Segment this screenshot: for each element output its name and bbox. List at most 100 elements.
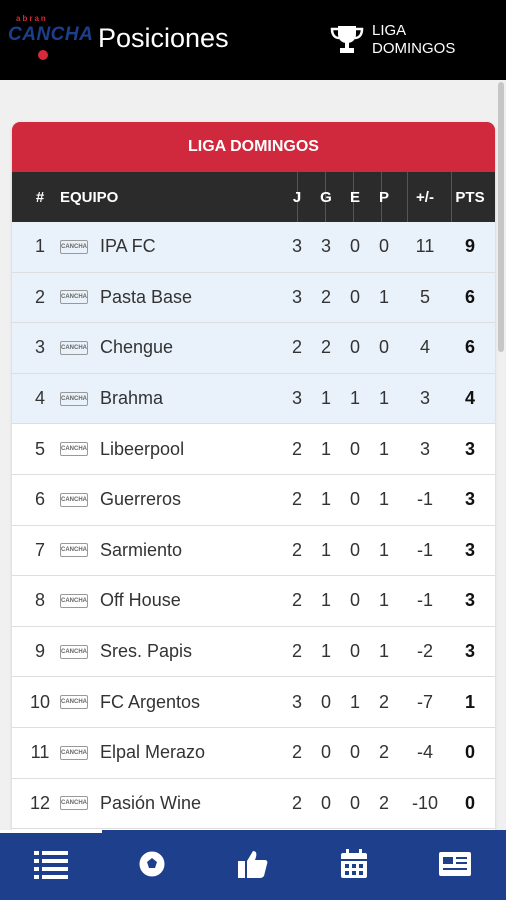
team-cell: CANCHA Elpal Merazo [60, 728, 290, 778]
goal-difference: -2 [416, 641, 433, 662]
points: 0 [464, 742, 475, 763]
goal-difference: 5 [419, 286, 430, 307]
lost: 2 [378, 792, 389, 813]
won: 3 [320, 236, 331, 257]
table-row[interactable]: 11 CANCHA Elpal Merazo 2 0 0 2 -4 0 [12, 728, 495, 779]
points: 3 [464, 641, 475, 662]
table-row[interactable]: 5 CANCHA Libeerpool 2 1 0 1 3 3 [12, 424, 495, 475]
nav-calendar[interactable] [334, 844, 374, 884]
team-badge-icon: CANCHA [60, 796, 88, 811]
lost: 1 [378, 641, 389, 662]
goal-difference: -7 [416, 691, 433, 712]
lost: 1 [378, 489, 389, 510]
played: 2 [291, 641, 302, 662]
goal-difference: -1 [416, 590, 433, 611]
team-badge-icon: CANCHA [60, 492, 88, 507]
team-cell: CANCHA Sres. Papis [60, 627, 290, 677]
goal-difference: -1 [416, 539, 433, 560]
logo-small-text: abran [16, 14, 48, 23]
column-header-g: G [320, 188, 332, 206]
played: 3 [291, 236, 302, 257]
played: 3 [291, 388, 302, 409]
points: 3 [464, 438, 475, 459]
drawn: 0 [349, 438, 360, 459]
league-selector[interactable]: LIGA DOMINGOS [372, 22, 492, 58]
team-name: Elpal Merazo [100, 742, 206, 763]
table-row[interactable]: 6 CANCHA Guerreros 2 1 0 1 -1 3 [12, 475, 495, 526]
drawn: 0 [349, 742, 360, 763]
scrollbar-thumb[interactable] [498, 82, 504, 352]
team-badge-icon: CANCHA [60, 695, 88, 710]
column-header-team: EQUIPO [60, 188, 119, 206]
standings-rows: 1 CANCHA IPA FC 3 3 0 0 11 9 2 CANCHA Pasta Base 3 2 0… [12, 222, 495, 830]
news-card-icon [439, 852, 471, 876]
team-name: Off House [100, 590, 181, 611]
nav-matches[interactable] [132, 844, 172, 884]
team-badge-icon: CANCHA [60, 239, 88, 254]
points: 3 [464, 489, 475, 510]
team-cell: CANCHA Guerreros [60, 475, 290, 525]
nav-favorites[interactable] [233, 844, 273, 884]
drawn: 0 [349, 641, 360, 662]
won: 1 [320, 489, 331, 510]
table-row[interactable]: 12 CANCHA Pasión Wine 2 0 0 2 -10 0 [12, 779, 495, 830]
team-badge-icon: CANCHA [60, 442, 88, 457]
goal-difference: -4 [416, 742, 433, 763]
trophy-icon[interactable] [330, 24, 364, 56]
points: 0 [464, 792, 475, 813]
team-badge-icon: CANCHA [60, 745, 88, 760]
team-cell: CANCHA FC Argentos [60, 677, 290, 727]
drawn: 0 [349, 286, 360, 307]
team-name: Guerreros [100, 489, 182, 510]
points: 6 [464, 337, 475, 358]
table-row[interactable]: 2 CANCHA Pasta Base 3 2 0 1 5 6 [12, 272, 495, 324]
lost: 1 [378, 438, 389, 459]
played: 3 [291, 691, 302, 712]
won: 1 [320, 438, 331, 459]
table-row[interactable]: 1 CANCHA IPA FC 3 3 0 0 11 9 [12, 222, 495, 273]
team-cell: CANCHA Libeerpool [60, 424, 290, 474]
team-name: FC Argentos [100, 691, 201, 712]
goal-difference: 3 [419, 388, 430, 409]
column-header-diff: +/- [416, 188, 434, 206]
team-cell: CANCHA Chengue [60, 323, 290, 373]
drawn: 0 [349, 489, 360, 510]
bottom-nav [0, 830, 506, 900]
played: 2 [291, 337, 302, 358]
team-badge-icon: CANCHA [60, 543, 88, 558]
table-row[interactable]: 3 CANCHA Chengue 2 2 0 0 4 6 [12, 323, 495, 374]
played: 3 [291, 286, 302, 307]
nav-news[interactable] [435, 844, 475, 884]
team-cell: CANCHA Off House [60, 576, 290, 626]
table-row[interactable]: 4 CANCHA Brahma 3 1 1 1 3 4 [12, 373, 495, 425]
lost: 1 [378, 590, 389, 611]
table-row[interactable]: 10 CANCHA FC Argentos 3 0 1 2 -7 1 [12, 677, 495, 728]
played: 2 [291, 539, 302, 560]
drawn: 0 [349, 792, 360, 813]
points: 1 [464, 691, 475, 712]
lost: 0 [378, 337, 389, 358]
table-row[interactable]: 7 CANCHA Sarmiento 2 1 0 1 -1 3 [12, 526, 495, 577]
goal-difference: -1 [416, 489, 433, 510]
team-name: Libeerpool [100, 438, 185, 459]
table-row[interactable]: 8 CANCHA Off House 2 1 0 1 -1 3 [12, 576, 495, 627]
team-cell: CANCHA Pasta Base [60, 273, 290, 323]
logo-ball-icon [36, 48, 50, 62]
goal-difference: 4 [419, 337, 430, 358]
team-badge-icon: CANCHA [60, 593, 88, 608]
points: 3 [464, 590, 475, 611]
team-name: IPA FC [100, 236, 156, 257]
played: 2 [291, 590, 302, 611]
logo-text: CANCHA [8, 24, 94, 45]
points: 9 [464, 236, 475, 257]
table-row[interactable]: 9 CANCHA Sres. Papis 2 1 0 1 -2 3 [12, 627, 495, 678]
app-logo: abran CANCHA [8, 14, 93, 64]
won: 1 [320, 641, 331, 662]
column-header-p: P [378, 188, 389, 206]
nav-standings[interactable] [31, 844, 71, 884]
won: 2 [320, 286, 331, 307]
drawn: 1 [349, 691, 360, 712]
points: 4 [464, 388, 475, 409]
goal-difference: 3 [419, 438, 430, 459]
played: 2 [291, 742, 302, 763]
